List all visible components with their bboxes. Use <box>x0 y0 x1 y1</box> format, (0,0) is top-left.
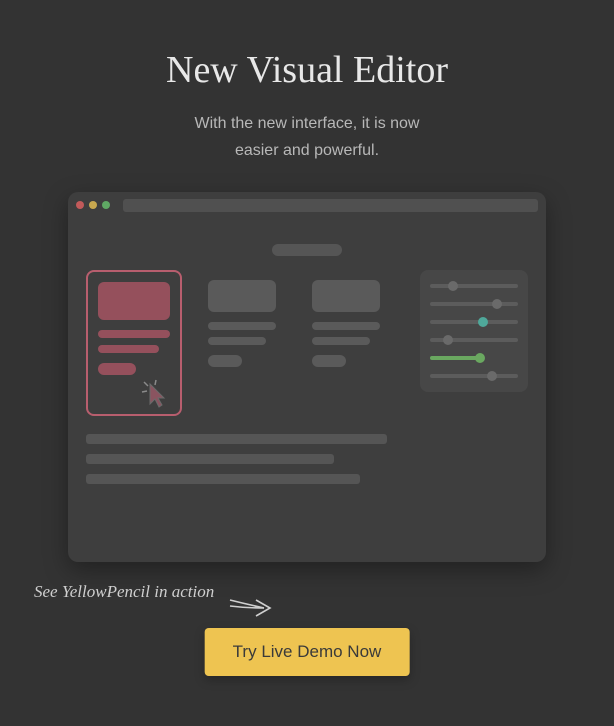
mock-card <box>302 270 390 370</box>
arrow-icon <box>228 594 274 620</box>
window-maximize-icon <box>102 201 110 209</box>
preview-canvas <box>68 218 546 562</box>
callout-text: See YellowPencil in action <box>34 582 214 602</box>
window-minimize-icon <box>89 201 97 209</box>
mock-heading <box>272 244 342 256</box>
slider-control-active <box>430 356 478 360</box>
slider-control <box>430 338 518 342</box>
slider-control <box>430 374 518 378</box>
url-bar-placeholder <box>123 199 538 212</box>
mock-card <box>198 270 286 370</box>
subtitle-line: easier and powerful. <box>235 142 379 159</box>
slider-control <box>430 302 518 306</box>
try-demo-button[interactable]: Try Live Demo Now <box>205 628 410 676</box>
control-panel <box>420 270 528 392</box>
mock-card-selected <box>86 270 182 416</box>
window-titlebar <box>68 192 546 218</box>
page-subtitle: With the new interface, it is now easier… <box>195 110 420 164</box>
cursor-icon <box>140 378 172 410</box>
window-close-icon <box>76 201 84 209</box>
page-title: New Visual Editor <box>166 48 448 92</box>
editor-preview-illustration <box>68 192 546 562</box>
slider-control <box>430 284 518 288</box>
mock-text-block <box>86 434 528 484</box>
slider-control <box>430 320 518 324</box>
subtitle-line: With the new interface, it is now <box>195 115 420 132</box>
